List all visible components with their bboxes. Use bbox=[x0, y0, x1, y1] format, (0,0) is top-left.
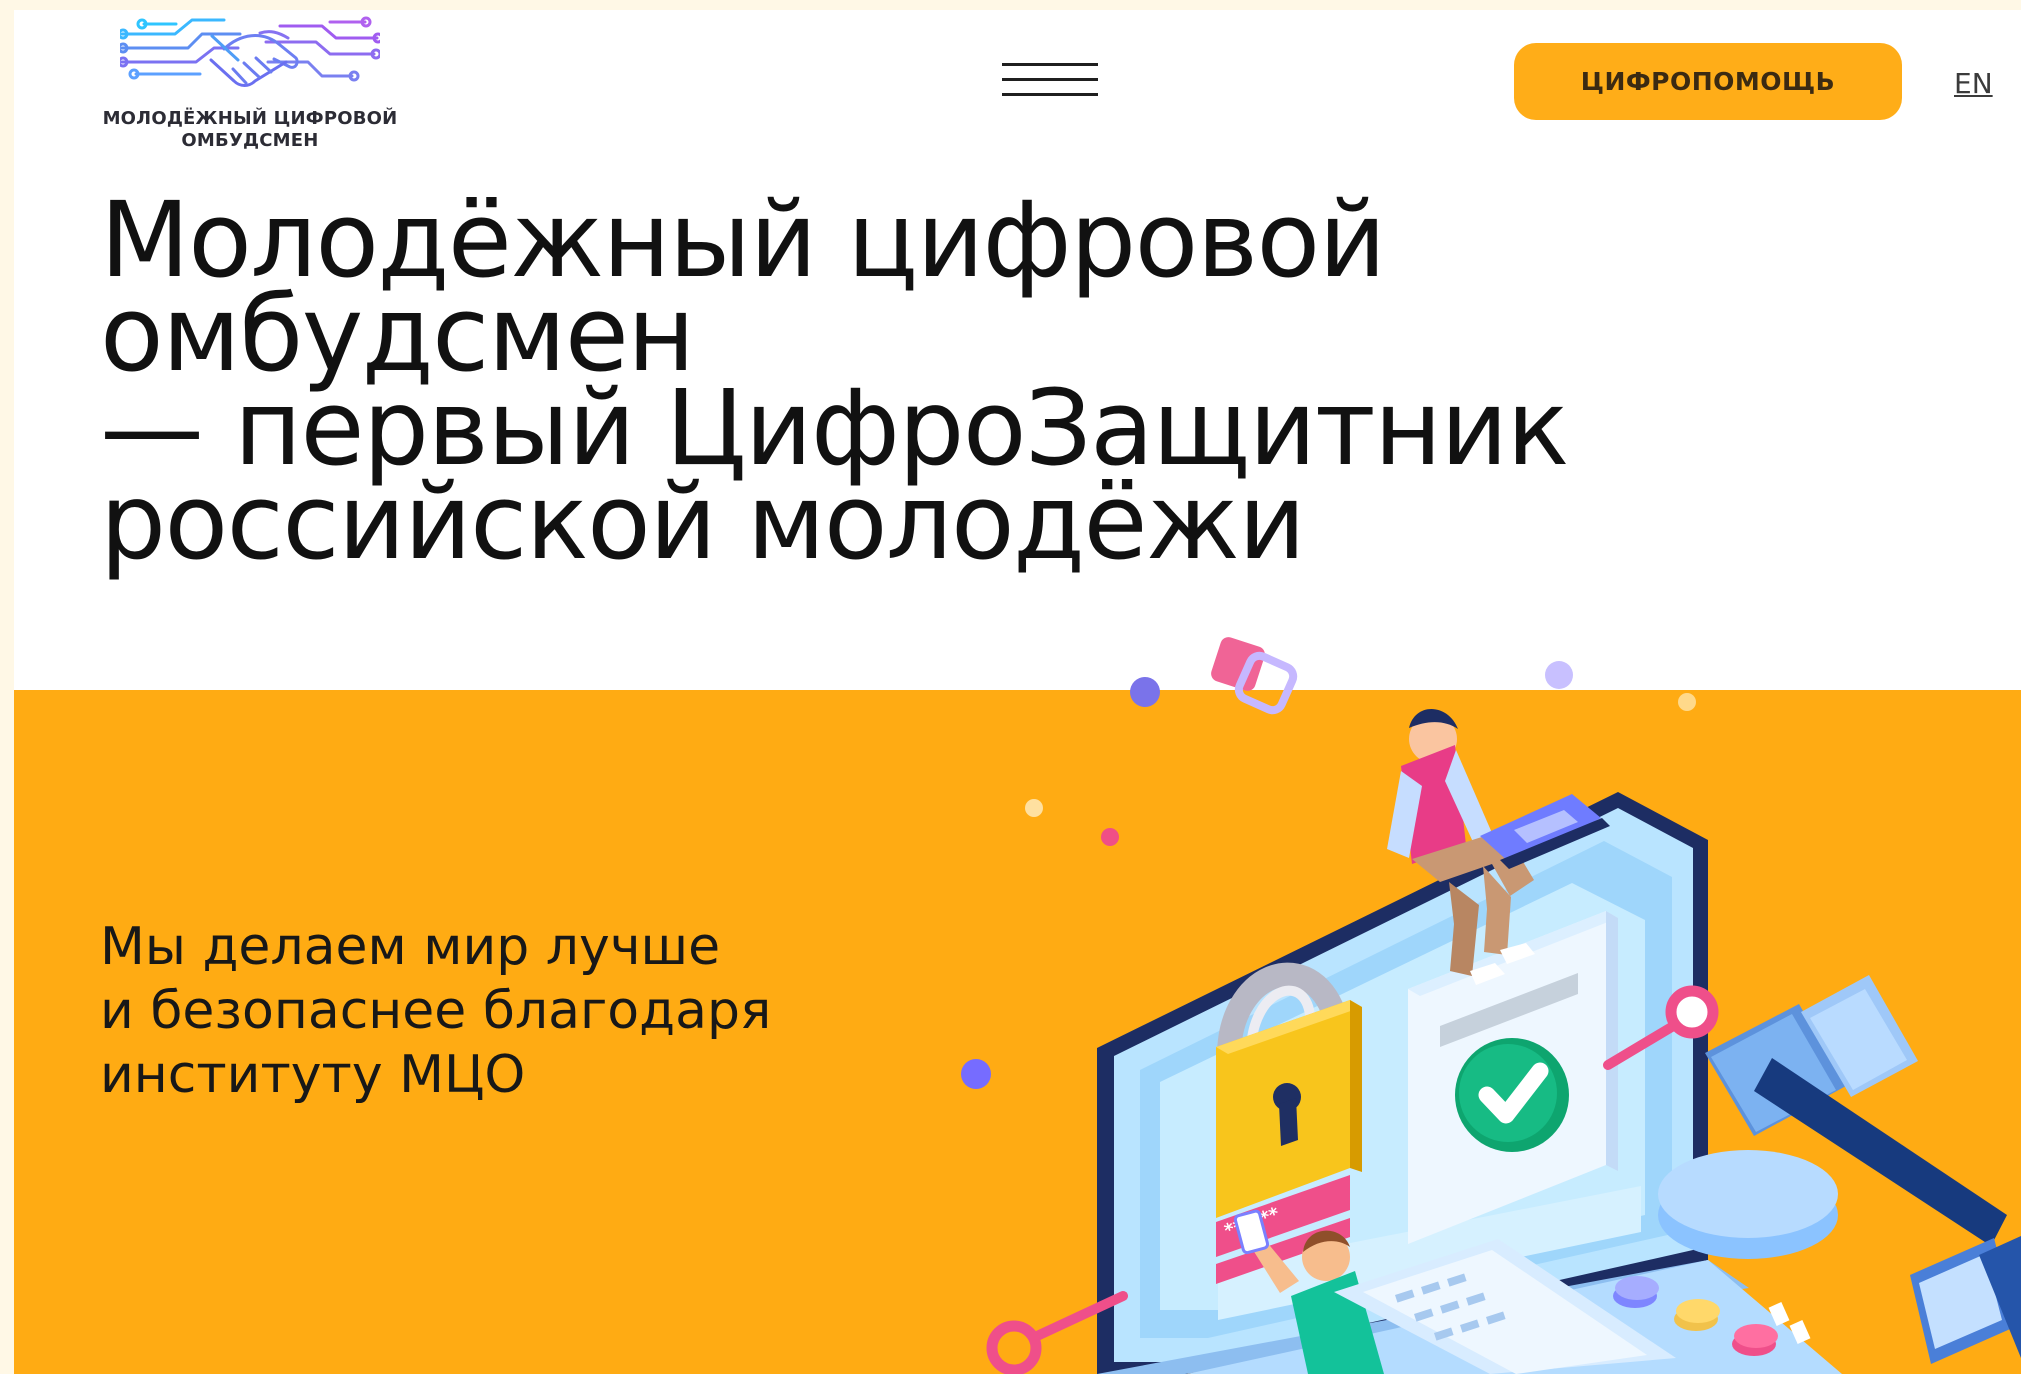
hero-subtitle-line-1: Мы делаем мир лучше bbox=[100, 917, 721, 977]
hero-title-wrap: Молодёжный цифровой омбудсмен — первый Ц… bbox=[100, 179, 1960, 583]
page: МОЛОДЁЖНЫЙ ЦИФРОВОЙ ОМБУДСМЕН ЦИФРОПОМОЩ… bbox=[14, 10, 2021, 1374]
hero-subtitle-line-2: и безопаснее благодаря bbox=[100, 981, 772, 1041]
logo-text-line-1: МОЛОДЁЖНЫЙ ЦИФРОВОЙ bbox=[102, 108, 398, 129]
language-switch[interactable]: EN bbox=[1954, 67, 1993, 100]
handshake-circuit-icon bbox=[120, 16, 380, 87]
menu-icon-line bbox=[1002, 63, 1098, 66]
page-title: Молодёжный цифровой омбудсмен — первый Ц… bbox=[100, 179, 1960, 583]
page-title-line-3: российской молодёжи bbox=[100, 461, 1306, 583]
hero-subtitle: Мы делаем мир лучше и безопаснее благода… bbox=[100, 915, 860, 1107]
hero-subtitle-line-3: институту МЦО bbox=[100, 1045, 526, 1105]
cybersecurity-illustration: ****** bbox=[961, 637, 2021, 1374]
site-header: МОЛОДЁЖНЫЙ ЦИФРОВОЙ ОМБУДСМЕН ЦИФРОПОМОЩ… bbox=[14, 10, 2021, 160]
logo-text-line-2: ОМБУДСМЕН bbox=[181, 130, 319, 151]
menu-icon-line bbox=[1002, 93, 1098, 96]
site-logo[interactable]: МОЛОДЁЖНЫЙ ЦИФРОВОЙ ОМБУДСМЕН bbox=[100, 14, 400, 154]
page-title-line-1: Молодёжный цифровой омбудсмен bbox=[100, 179, 1386, 395]
digital-help-button[interactable]: ЦИФРОПОМОЩЬ bbox=[1514, 43, 1902, 120]
menu-icon[interactable] bbox=[1002, 60, 1098, 102]
logo-text: МОЛОДЁЖНЫЙ ЦИФРОВОЙ ОМБУДСМЕН bbox=[100, 108, 400, 152]
menu-icon-line bbox=[1002, 78, 1098, 81]
